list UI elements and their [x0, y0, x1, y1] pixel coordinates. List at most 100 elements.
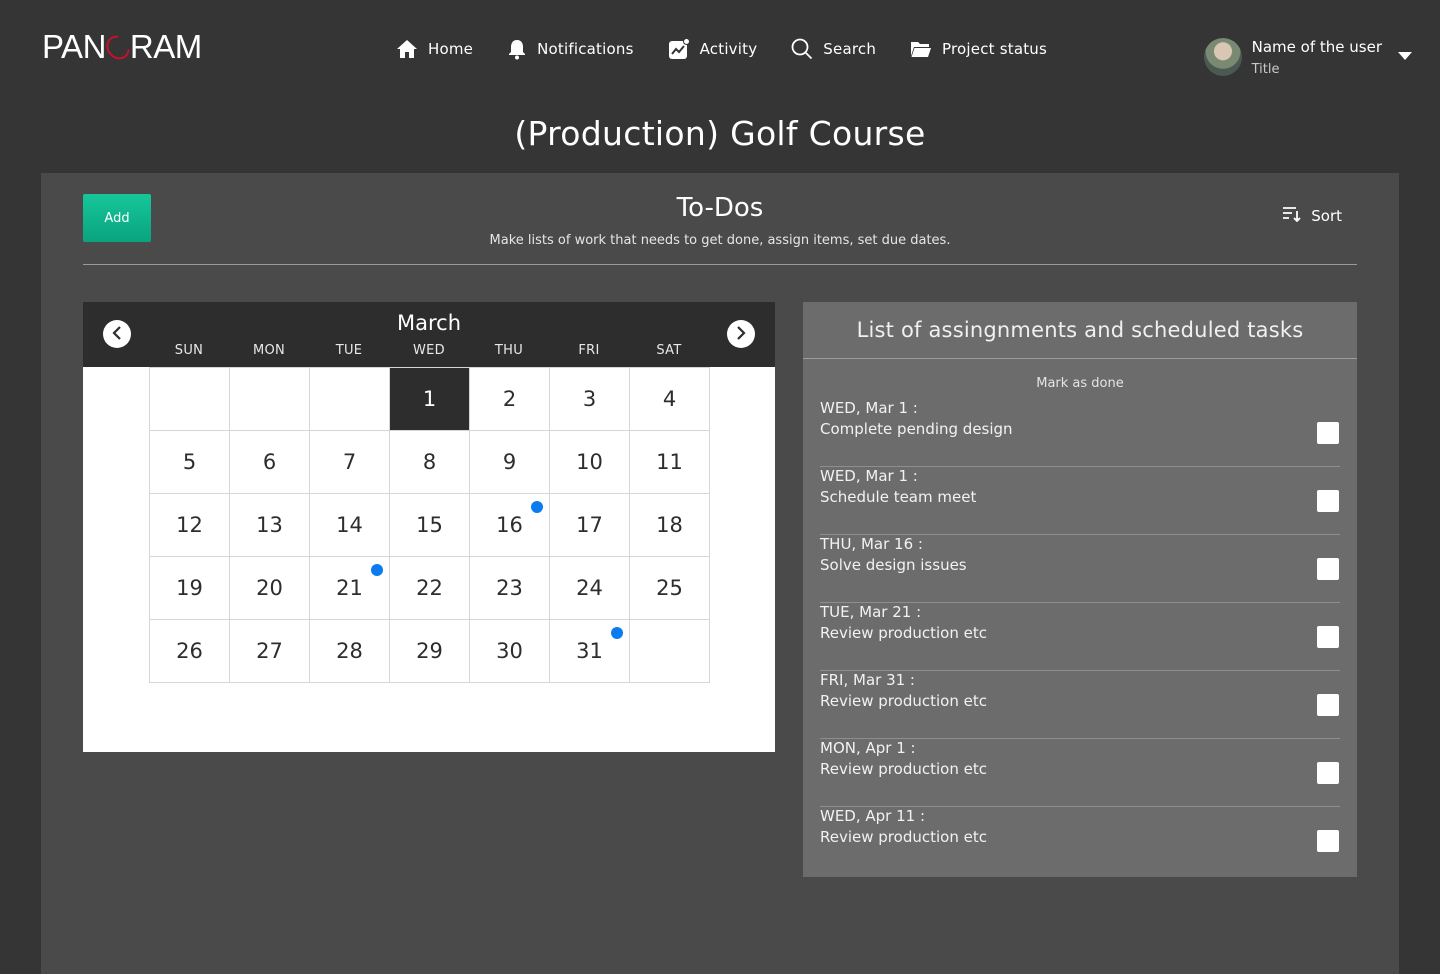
calendar-day[interactable]: 14	[310, 494, 390, 557]
user-name: Name of the user	[1251, 38, 1382, 56]
calendar-day[interactable]: 15	[390, 494, 470, 557]
weekday-label: MON	[252, 343, 286, 358]
calendar-day[interactable]: 30	[470, 620, 550, 683]
calendar-empty-cell	[310, 368, 390, 431]
mark-done-checkbox[interactable]	[1317, 694, 1339, 716]
calendar-day[interactable]: 5	[150, 431, 230, 494]
mark-done-checkbox[interactable]	[1317, 830, 1339, 852]
calendar-day-number: 3	[582, 387, 597, 411]
calendar-day[interactable]: 22	[390, 557, 470, 620]
calendar-day[interactable]: 27	[230, 620, 310, 683]
calendar-day[interactable]: 20	[230, 557, 310, 620]
calendar-day-number: 13	[256, 513, 283, 537]
main-nav: Home Notifications Activity Search Proje…	[396, 36, 1047, 62]
task-list: WED, Mar 1 : Complete pending design WED, …	[820, 399, 1340, 875]
calendar-day[interactable]: 23	[470, 557, 550, 620]
calendar-day-number: 22	[416, 576, 443, 600]
calendar-day-number: 9	[502, 450, 517, 474]
calendar-day[interactable]: 18	[630, 494, 710, 557]
mark-done-checkbox[interactable]	[1317, 490, 1339, 512]
calendar-day[interactable]: 17	[550, 494, 630, 557]
calendar-day[interactable]: 7	[310, 431, 390, 494]
task-date: WED, Mar 1 :	[820, 399, 918, 417]
calendar-day[interactable]: 29	[390, 620, 470, 683]
calendar-day-number: 16	[496, 513, 523, 537]
calendar-day-number: 23	[496, 576, 523, 600]
calendar-day[interactable]: 24	[550, 557, 630, 620]
calendar-day[interactable]: 4	[630, 368, 710, 431]
calendar-empty-cell	[630, 620, 710, 683]
calendar-day[interactable]: 12	[150, 494, 230, 557]
nav-notifications-label: Notifications	[537, 40, 634, 58]
next-month-button[interactable]	[727, 320, 755, 348]
nav-home[interactable]: Home	[396, 36, 473, 62]
brand-logo[interactable]: PAN RAM	[42, 30, 202, 64]
weekday-label: TUE	[335, 343, 363, 358]
calendar-day-number: 15	[416, 513, 443, 537]
task-description: Solve design issues	[820, 556, 967, 574]
calendar-day[interactable]: 2	[470, 368, 550, 431]
search-icon	[791, 38, 813, 60]
task-date: THU, Mar 16 :	[820, 535, 923, 553]
calendar-day[interactable]: 8	[390, 431, 470, 494]
weekday-label: SAT	[656, 343, 682, 358]
mark-done-checkbox[interactable]	[1317, 558, 1339, 580]
calendar-day[interactable]: 21	[310, 557, 390, 620]
weekday-label: SUN	[174, 343, 204, 358]
nav-project-status-label: Project status	[942, 40, 1048, 58]
calendar-day[interactable]: 11	[630, 431, 710, 494]
calendar: March SUN MON TUE WED THU FRI SAT 1 2 3 4 5 6 7 8 9 10 1…	[83, 302, 775, 752]
header-divider	[83, 264, 1357, 265]
calendar-day[interactable]: 13	[230, 494, 310, 557]
calendar-day[interactable]: 19	[150, 557, 230, 620]
calendar-day-number: 14	[336, 513, 363, 537]
calendar-day[interactable]: 1	[390, 368, 470, 431]
sort-label: Sort	[1311, 207, 1342, 225]
mark-done-checkbox[interactable]	[1317, 626, 1339, 648]
calendar-day[interactable]: 6	[230, 431, 310, 494]
calendar-grid: 1 2 3 4 5 6 7 8 9 10 11 12 13 14 15 16 17 18 19 20 21 22 23 24 2…	[149, 367, 710, 683]
weekday-label: WED	[413, 343, 445, 358]
calendar-day-number: 20	[256, 576, 283, 600]
chevron-down-icon[interactable]	[1398, 46, 1412, 65]
calendar-day-number: 26	[176, 639, 203, 663]
calendar-day[interactable]: 26	[150, 620, 230, 683]
task-item: TUE, Mar 21 : Review production etc	[820, 603, 1340, 671]
calendar-day-number: 8	[422, 450, 437, 474]
task-list-panel: List of assingnments and scheduled tasks…	[803, 302, 1357, 877]
bell-icon	[507, 38, 527, 60]
task-description: Review production etc	[820, 760, 987, 778]
calendar-day[interactable]: 10	[550, 431, 630, 494]
nav-notifications[interactable]: Notifications	[507, 36, 633, 62]
user-menu[interactable]: Name of the user Title	[1203, 38, 1412, 77]
task-date: WED, Mar 1 :	[820, 467, 918, 485]
avatar[interactable]	[1203, 38, 1242, 76]
weekday-label: THU	[494, 343, 524, 358]
calendar-day[interactable]: 3	[550, 368, 630, 431]
event-dot-icon	[371, 564, 383, 576]
logo-text-left: PAN	[42, 28, 106, 65]
sort-button[interactable]: Sort	[1282, 206, 1342, 226]
folder-icon	[910, 39, 932, 59]
nav-project-status[interactable]: Project status	[910, 36, 1047, 62]
nav-search[interactable]: Search	[791, 36, 876, 62]
calendar-day[interactable]: 9	[470, 431, 550, 494]
calendar-day-number: 4	[662, 387, 677, 411]
task-description: Review production etc	[820, 624, 987, 642]
mark-done-checkbox[interactable]	[1317, 762, 1339, 784]
user-title: Title	[1251, 62, 1280, 77]
calendar-day[interactable]: 28	[310, 620, 390, 683]
todos-panel: Add To-Dos Make lists of work that needs…	[41, 173, 1399, 974]
logo-text-right: RAM	[129, 28, 202, 65]
mark-done-checkbox[interactable]	[1317, 422, 1339, 444]
calendar-day[interactable]: 25	[630, 557, 710, 620]
calendar-day-number: 18	[656, 513, 683, 537]
task-description: Schedule team meet	[820, 488, 977, 506]
calendar-day[interactable]: 16	[470, 494, 550, 557]
calendar-day-number: 12	[176, 513, 203, 537]
calendar-day-number: 2	[502, 387, 517, 411]
calendar-day-number: 1	[422, 387, 437, 411]
calendar-day[interactable]: 31	[550, 620, 630, 683]
nav-activity[interactable]: Activity	[668, 36, 758, 62]
calendar-empty-cell	[150, 368, 230, 431]
